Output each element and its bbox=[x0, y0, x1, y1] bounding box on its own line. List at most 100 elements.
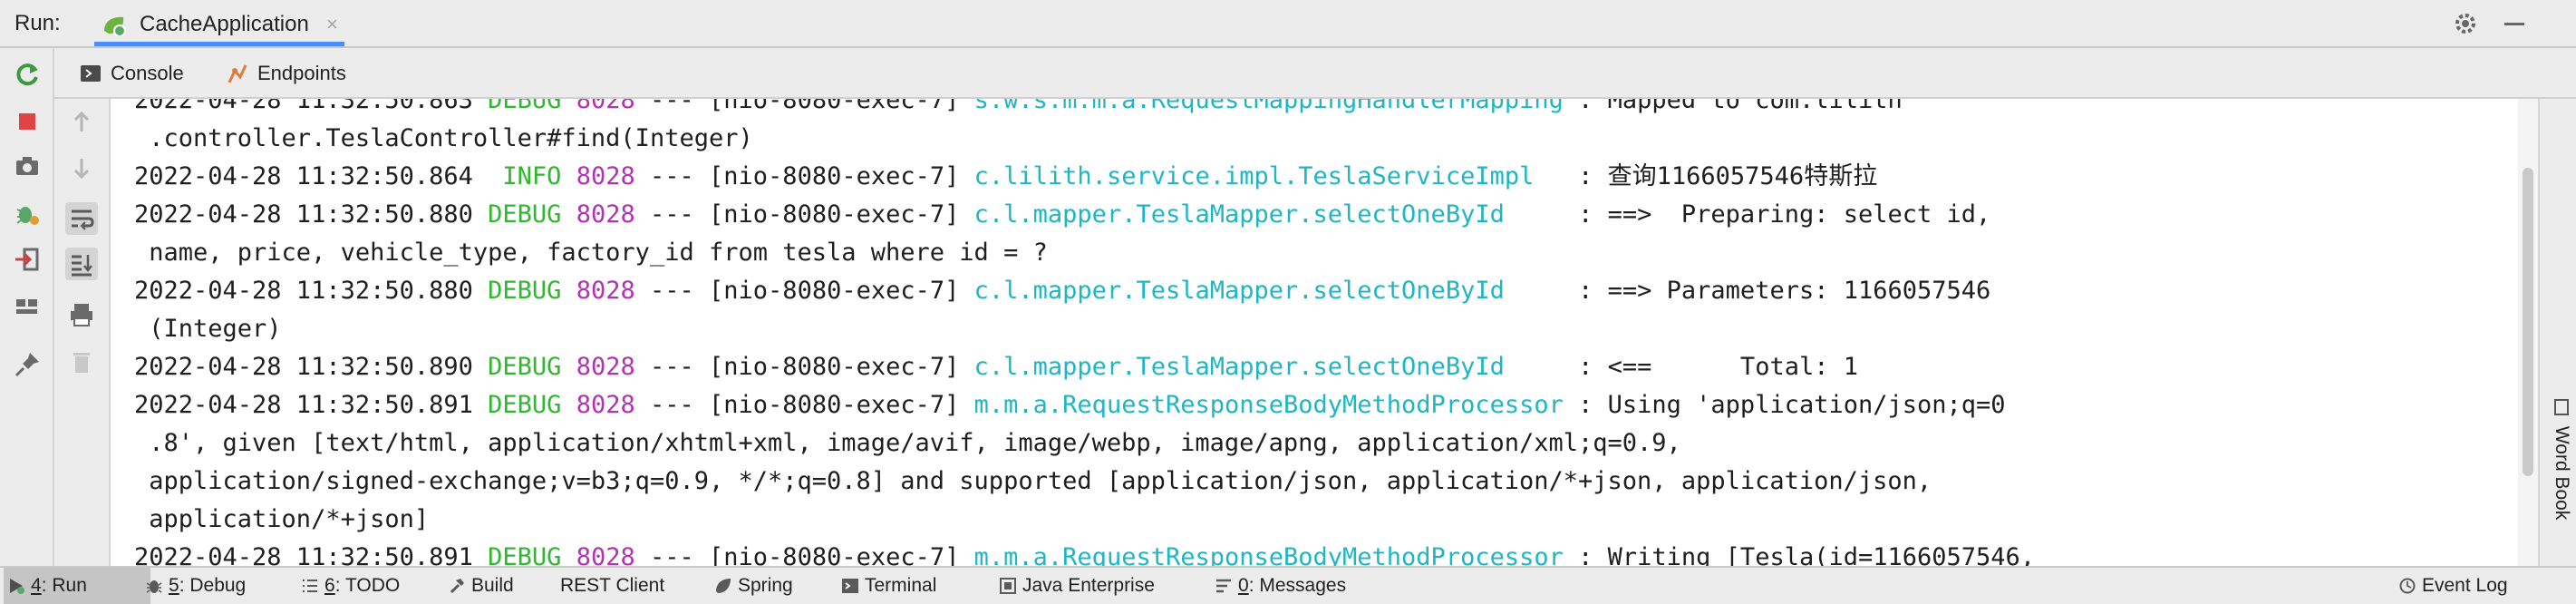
log-line: 2022-04-28 11:32:50.890 DEBUG 8028 --- [… bbox=[134, 348, 1858, 386]
bottom-tab-event-log-label: Event Log bbox=[2422, 575, 2508, 596]
bottom-tab-spring[interactable]: Spring bbox=[711, 568, 793, 604]
bottom-tab-terminal[interactable]: Terminal bbox=[838, 568, 936, 604]
tab-console-label: Console bbox=[111, 62, 184, 84]
trash-icon[interactable] bbox=[65, 346, 98, 378]
log-line: 2022-04-28 11:32:50.891 DEBUG 8028 --- [… bbox=[134, 386, 2006, 424]
run-config-title: CacheApplication bbox=[140, 12, 309, 36]
log-line: (Integer) bbox=[134, 310, 282, 348]
log-pid: 8028 bbox=[576, 200, 635, 229]
bottom-tab-terminal-label: Terminal bbox=[865, 575, 937, 596]
log-line: 2022-04-28 11:32:50.880 DEBUG 8028 --- [… bbox=[134, 272, 1990, 310]
log-timestamp: 2022-04-28 11:32:50.863 bbox=[134, 99, 473, 114]
console-gutter-toolbar bbox=[54, 99, 111, 566]
bottom-tab-event-log[interactable]: Event Log bbox=[2395, 568, 2508, 604]
event-log-icon bbox=[2399, 578, 2416, 594]
log-timestamp: 2022-04-28 11:32:50.864 bbox=[134, 162, 473, 190]
messages-icon bbox=[1216, 579, 1231, 593]
scrollbar-thumb[interactable] bbox=[2523, 168, 2533, 476]
log-level: DEBUG bbox=[488, 353, 562, 381]
bottom-tab-java-enterprise[interactable]: Java Enterprise bbox=[995, 568, 1155, 604]
log-continuation-text: .controller.TeslaController#find(Integer… bbox=[134, 124, 753, 152]
hammer-icon bbox=[450, 579, 464, 594]
bottom-tab-rest-client[interactable]: REST Client bbox=[537, 568, 664, 604]
log-line: .8', given [text/html, application/xhtml… bbox=[134, 424, 1681, 463]
stop-icon[interactable] bbox=[12, 106, 43, 137]
log-line: name, price, vehicle_type, factory_id fr… bbox=[134, 234, 1048, 272]
arrow-up-icon[interactable] bbox=[65, 106, 98, 139]
print-icon[interactable] bbox=[65, 298, 98, 331]
log-separator: --- bbox=[649, 99, 694, 114]
log-timestamp: 2022-04-28 11:32:50.890 bbox=[134, 353, 473, 381]
bottom-tab-run[interactable]: 4: Run bbox=[4, 568, 150, 604]
terminal-icon bbox=[842, 579, 858, 593]
minimize-icon[interactable] bbox=[2500, 9, 2529, 38]
tab-endpoints-label: Endpoints bbox=[257, 62, 346, 84]
bottom-tab-todo-label: : TODO bbox=[334, 575, 401, 596]
log-continuation-text: (Integer) bbox=[134, 315, 282, 343]
log-separator: --- bbox=[649, 200, 694, 229]
log-logger: c.lilith.service.impl.TeslaServiceImpl bbox=[973, 162, 1564, 190]
pin-icon[interactable] bbox=[12, 349, 43, 380]
bottom-tab-todo[interactable]: 6: TODO bbox=[297, 568, 400, 604]
bottom-tab-debug[interactable]: 5: Debug bbox=[141, 568, 246, 604]
scroll-to-end-icon[interactable] bbox=[65, 248, 98, 280]
log-pid: 8028 bbox=[576, 353, 635, 381]
log-level: DEBUG bbox=[488, 99, 562, 114]
word-book-icon bbox=[2554, 399, 2569, 415]
log-thread: [nio-8080-exec-7] bbox=[709, 353, 960, 381]
soft-wrap-icon[interactable] bbox=[65, 202, 98, 235]
console-icon bbox=[81, 65, 101, 82]
log-level: DEBUG bbox=[488, 277, 562, 305]
log-level: DEBUG bbox=[488, 543, 562, 566]
spring-leaf-icon bbox=[716, 579, 731, 593]
bottom-tab-spring-label: Spring bbox=[738, 575, 793, 596]
bug-icon bbox=[146, 580, 162, 593]
debug-bug-icon[interactable] bbox=[12, 199, 43, 229]
java-enterprise-icon bbox=[1000, 578, 1016, 594]
log-line: 2022-04-28 11:32:50.880 DEBUG 8028 --- [… bbox=[134, 196, 1990, 234]
log-logger: s.w.s.m.m.a.RequestMappingHandlerMapping bbox=[973, 99, 1564, 114]
word-book-tab[interactable]: Word Book bbox=[2545, 399, 2572, 553]
bottom-tab-messages[interactable]: 0: Messages bbox=[1211, 568, 1346, 604]
run-config-tab[interactable]: CacheApplication × bbox=[94, 2, 344, 46]
endpoints-icon bbox=[228, 64, 247, 83]
bottom-tab-build-label: Build bbox=[471, 575, 514, 596]
exit-icon[interactable] bbox=[12, 244, 43, 275]
log-separator: --- bbox=[649, 391, 694, 419]
run-toolwindow-header: Run: CacheApplication × bbox=[0, 0, 2576, 48]
close-tab-icon[interactable]: × bbox=[326, 2, 338, 47]
arrow-down-icon[interactable] bbox=[65, 151, 98, 184]
console-vertical-scrollbar[interactable] bbox=[2518, 99, 2538, 566]
bottom-tab-run-mnemonic: 4 bbox=[31, 575, 42, 596]
log-message: : Writing [Tesla(id=1166057546, bbox=[1578, 543, 2036, 566]
log-thread: [nio-8080-exec-7] bbox=[709, 200, 960, 229]
log-thread: [nio-8080-exec-7] bbox=[709, 391, 960, 419]
log-continuation-text: name, price, vehicle_type, factory_id fr… bbox=[134, 239, 1048, 267]
log-timestamp: 2022-04-28 11:32:50.891 bbox=[134, 391, 473, 419]
camera-icon[interactable] bbox=[12, 151, 43, 182]
log-continuation-text: .8', given [text/html, application/xhtml… bbox=[134, 429, 1681, 457]
todo-list-icon bbox=[303, 580, 317, 592]
bottom-toolwindow-bar: 4: Run 5: Debug 6: TODO Build REST Clien… bbox=[0, 566, 2576, 604]
tab-console[interactable]: Console bbox=[80, 60, 184, 87]
log-timestamp: 2022-04-28 11:32:50.880 bbox=[134, 200, 473, 229]
bottom-tab-java-enterprise-label: Java Enterprise bbox=[1022, 575, 1155, 596]
layout-icon[interactable] bbox=[12, 291, 43, 322]
rerun-icon[interactable] bbox=[12, 59, 43, 90]
tab-endpoints[interactable]: Endpoints bbox=[227, 60, 346, 87]
log-timestamp: 2022-04-28 11:32:50.891 bbox=[134, 543, 473, 566]
word-book-label: Word Book bbox=[2552, 425, 2572, 521]
log-message: : Using 'application/json;q=0 bbox=[1578, 391, 2006, 419]
log-level: INFO bbox=[488, 162, 562, 190]
bottom-tab-debug-mnemonic: 5 bbox=[169, 575, 179, 596]
log-thread: [nio-8080-exec-7] bbox=[709, 277, 960, 305]
gear-icon[interactable] bbox=[2451, 9, 2480, 38]
console-output[interactable]: 2022-04-28 11:32:50.863 DEBUG 8028 --- [… bbox=[111, 99, 2518, 566]
log-pid: 8028 bbox=[576, 99, 635, 114]
run-play-icon bbox=[10, 579, 24, 594]
run-left-toolbar bbox=[0, 48, 54, 566]
bottom-tab-build[interactable]: Build bbox=[444, 568, 514, 604]
log-continuation-text: application/*+json] bbox=[134, 505, 430, 533]
log-logger: c.l.mapper.TeslaMapper.selectOneById bbox=[973, 200, 1564, 229]
log-line: application/*+json] bbox=[134, 501, 429, 539]
